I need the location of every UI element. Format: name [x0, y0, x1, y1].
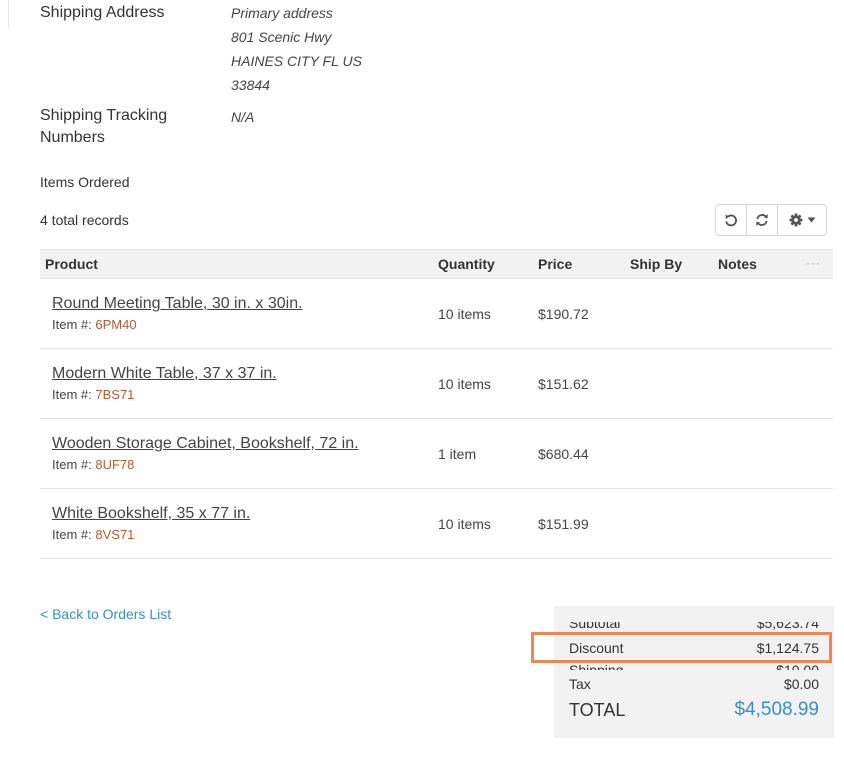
record-count: 4 total records: [40, 212, 129, 228]
subtotal-value: $5,623.74: [756, 622, 819, 630]
price-cell: $151.99: [538, 516, 589, 532]
total-value: $4,508.99: [734, 699, 819, 720]
address-line: Primary address: [231, 5, 333, 21]
column-header-notes[interactable]: Notes: [718, 250, 757, 278]
tax-value: $0.00: [783, 676, 819, 692]
item-code: 8VS71: [95, 527, 135, 542]
tracking-numbers-value: N/A: [231, 109, 255, 125]
item-number: Item #: 7BS71: [52, 387, 134, 402]
item-code: 8UF78: [95, 457, 135, 472]
column-header-ship-by[interactable]: Ship By: [630, 250, 682, 278]
table-row: Round Meeting Table, 30 in. x 30in. Item…: [40, 279, 833, 349]
item-number-prefix: Item #:: [52, 457, 92, 472]
undo-icon: [725, 214, 737, 227]
address-line: 801 Scenic Hwy: [231, 29, 332, 45]
refresh-icon: [756, 214, 768, 226]
table-row: Wooden Storage Cabinet, Bookshelf, 72 in…: [40, 419, 833, 489]
item-code: 7BS71: [95, 387, 135, 402]
table-row: Modern White Table, 37 x 37 in. Item #: …: [40, 349, 833, 419]
tracking-label-line: Shipping Tracking: [40, 107, 168, 124]
tax-label: Tax: [569, 676, 591, 692]
shipping-label: Shipping: [569, 662, 624, 670]
table-row: White Bookshelf, 35 x 77 in. Item #: 8VS…: [40, 489, 833, 559]
caret-down-icon: [807, 217, 815, 223]
item-number-prefix: Item #:: [52, 317, 92, 332]
column-options-icon[interactable]: ···: [806, 250, 821, 276]
item-code: 6PM40: [95, 317, 137, 332]
grid-toolbar: [715, 204, 827, 236]
subtotal-row: Subtotal $5,623.74: [569, 622, 819, 630]
price-cell: $151.62: [538, 376, 589, 392]
column-header-quantity[interactable]: Quantity: [438, 250, 495, 278]
shipping-address-block: Primary address 801 Scenic Hwy HAINES CI…: [231, 1, 362, 97]
price-cell: $680.44: [538, 446, 589, 462]
items-table-header: Product Quantity Price Ship By Notes ···: [40, 249, 833, 279]
product-name-link[interactable]: Wooden Storage Cabinet, Bookshelf, 72 in…: [52, 435, 359, 453]
item-number-prefix: Item #:: [52, 527, 92, 542]
refresh-button[interactable]: [747, 205, 778, 235]
subtotal-label: Subtotal: [569, 622, 621, 630]
quantity-cell: 10 items: [438, 306, 491, 322]
tracking-numbers-label: Shipping Tracking Numbers: [40, 105, 167, 149]
item-number: Item #: 6PM40: [52, 317, 137, 332]
shipping-address-label: Shipping Address: [40, 4, 165, 21]
column-header-product[interactable]: Product: [45, 250, 98, 278]
total-label: TOTAL: [569, 700, 626, 720]
discount-highlight-box: [531, 632, 832, 663]
product-name-link[interactable]: Modern White Table, 37 x 37 in.: [52, 365, 277, 383]
price-cell: $190.72: [538, 306, 589, 322]
items-ordered-title: Items Ordered: [40, 174, 130, 190]
item-number: Item #: 8UF78: [52, 457, 134, 472]
item-number: Item #: 8VS71: [52, 527, 134, 542]
column-header-price[interactable]: Price: [538, 250, 572, 278]
quantity-cell: 10 items: [438, 516, 491, 532]
address-line: HAINES CITY FL US: [231, 53, 362, 69]
back-to-orders-link[interactable]: < Back to Orders List: [40, 606, 171, 622]
undo-button[interactable]: [716, 205, 747, 235]
gear-icon: [789, 213, 802, 227]
product-name-link[interactable]: Round Meeting Table, 30 in. x 30in.: [52, 295, 303, 313]
address-line: 33844: [231, 77, 270, 93]
product-name-link[interactable]: White Bookshelf, 35 x 77 in.: [52, 505, 250, 523]
total-row: TOTAL $4,508.99: [569, 699, 819, 724]
item-number-prefix: Item #:: [52, 387, 92, 402]
tax-row: Tax $0.00: [569, 675, 819, 693]
quantity-cell: 1 item: [438, 446, 477, 462]
order-summary: Subtotal $5,623.74 Discount $1,124.75 Sh…: [554, 606, 834, 738]
left-edge-divider: [0, 0, 9, 28]
quantity-cell: 10 items: [438, 376, 491, 392]
tracking-label-line: Numbers: [40, 129, 105, 146]
settings-dropdown-button[interactable]: [778, 205, 826, 235]
